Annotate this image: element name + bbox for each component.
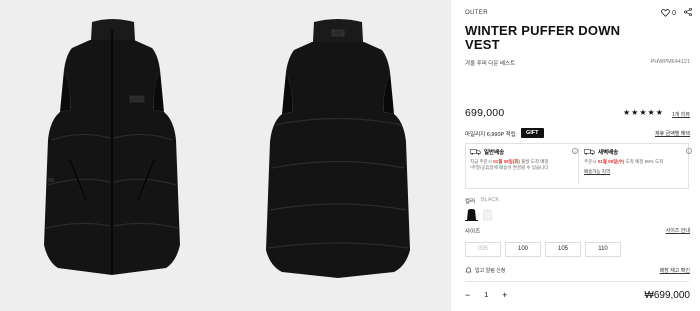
quantity-stepper: − 1 + xyxy=(465,291,507,300)
total-price: ₩699,000 xyxy=(644,290,690,301)
product-title: WINTER PUFFER DOWN VEST xyxy=(465,23,621,52)
quantity-increase-button[interactable]: + xyxy=(502,291,507,300)
standard-delivery-info: 지금 주문시 01월 09일(화) 출발 도착 예정 *주말/공휴일에 배송이 … xyxy=(470,159,580,171)
product-info-panel: OUTER 0 WINTER PUFFER DOWN VEST 겨울 푸퍼 다운… xyxy=(451,0,700,311)
bell-icon xyxy=(465,267,472,274)
wishlist-count: 0 xyxy=(672,9,676,17)
info-icon[interactable]: i xyxy=(686,148,692,154)
share-button[interactable] xyxy=(684,7,692,18)
wishlist-button[interactable]: 0 xyxy=(661,9,676,17)
standard-date: 01월 09일(화) xyxy=(493,159,520,164)
color-swatch-white[interactable] xyxy=(481,208,494,221)
size-label: 사이즈 xyxy=(465,229,481,235)
standard-prefix: 지금 주문시 xyxy=(470,159,492,164)
benefit-link[interactable]: 제휴 금액별 혜택 xyxy=(655,130,690,137)
restock-alert-button[interactable]: 입고 알림 신청 xyxy=(465,267,505,274)
size-option-100[interactable]: 100 xyxy=(505,242,541,257)
truck-icon xyxy=(470,149,481,155)
color-swatch-black[interactable] xyxy=(465,208,478,221)
divider xyxy=(465,281,689,282)
dawn-suffix: 도착 예정 98% 도착 xyxy=(625,159,664,164)
size-guide-link[interactable]: 사이즈 안내 xyxy=(666,227,690,234)
size-option-095[interactable]: 095 xyxy=(465,242,501,257)
review-link[interactable]: 1개 리뷰 xyxy=(672,111,690,118)
product-image-front[interactable] xyxy=(0,0,225,311)
truck-icon xyxy=(584,149,595,155)
heart-icon xyxy=(661,9,670,17)
size-option-110[interactable]: 110 xyxy=(585,242,621,257)
rating-stars: ★★★★★ xyxy=(623,108,664,117)
dawn-delivery-header: 새벽배송 xyxy=(584,148,694,156)
standard-delivery: 일반배송 지금 주문시 01월 09일(화) 출발 도착 예정 *주말/공휴일에… xyxy=(470,148,580,171)
dawn-delivery-title: 새벽배송 xyxy=(598,150,619,156)
delivery-options: 일반배송 지금 주문시 01월 09일(화) 출발 도착 예정 *주말/공휴일에… xyxy=(465,143,692,189)
dawn-delivery-info: 주문시 01월 09일(수) 도착 예정 98% 도착 xyxy=(584,159,694,165)
standard-delivery-title: 일반배송 xyxy=(484,150,505,156)
share-icon xyxy=(684,7,692,17)
store-stock-link[interactable]: 매장 재고 확인 xyxy=(660,267,690,274)
dawn-area-link[interactable]: 배송가능 지역 xyxy=(584,169,694,175)
mileage-text: 마일리지 6,990P 적립 xyxy=(465,132,516,138)
size-option-105[interactable]: 105 xyxy=(545,242,581,257)
dawn-prefix: 주문시 xyxy=(584,159,597,164)
color-label: 컬러 xyxy=(465,199,476,205)
dawn-date: 01월 09일(수) xyxy=(597,159,625,164)
product-price: 699,000 xyxy=(465,107,505,119)
product-gallery xyxy=(0,0,451,311)
restock-label: 입고 알림 신청 xyxy=(475,268,506,274)
selected-color: BLACK xyxy=(481,197,500,203)
top-actions: 0 xyxy=(661,7,692,18)
standard-delivery-header: 일반배송 xyxy=(470,148,580,156)
standard-note: *주말/공휴일에 배송이 변경될 수 있습니다 xyxy=(470,165,549,170)
category-label[interactable]: OUTER xyxy=(465,10,488,16)
dawn-delivery: 새벽배송 주문시 01월 09일(수) 도착 예정 98% 도착 배송가능 지역… xyxy=(584,148,694,175)
product-image-back[interactable] xyxy=(226,0,451,311)
quantity-decrease-button[interactable]: − xyxy=(465,291,470,300)
gift-badge[interactable]: GIFT xyxy=(521,128,544,138)
product-code: PHWPM644121 xyxy=(650,59,690,65)
standard-suffix: 출발 도착 예정 xyxy=(521,159,549,164)
size-options: 095 100 105 110 xyxy=(465,242,621,257)
product-subtitle: 겨울 푸퍼 다운 베스트 xyxy=(465,61,516,67)
quantity-value[interactable]: 1 xyxy=(484,292,488,299)
delivery-divider xyxy=(578,148,579,184)
